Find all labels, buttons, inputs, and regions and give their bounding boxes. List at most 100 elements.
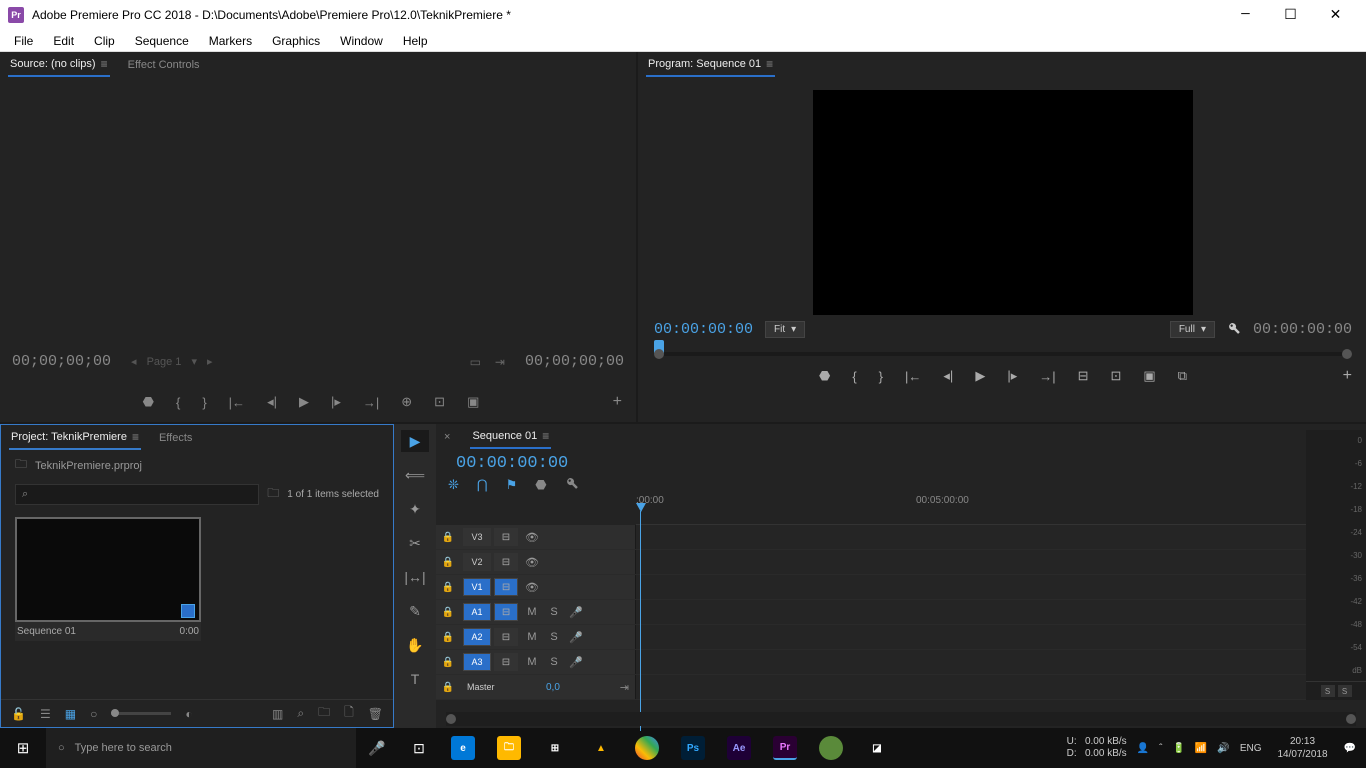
- resolution-select[interactable]: Full▾: [1170, 321, 1215, 338]
- timeline-zoom-scroll[interactable]: [446, 712, 1356, 726]
- page-prev-icon[interactable]: ◂: [131, 355, 137, 368]
- step-forward-icon[interactable]: |▸: [331, 394, 341, 410]
- start-button[interactable]: ⊞: [0, 728, 46, 768]
- add-marker-icon[interactable]: ⬣: [819, 368, 830, 384]
- panel-menu-icon[interactable]: ≡: [766, 57, 773, 71]
- maximize-button[interactable]: ☐: [1268, 1, 1313, 29]
- mute-icon[interactable]: M: [521, 631, 543, 643]
- wifi-icon[interactable]: 📶: [1195, 743, 1207, 754]
- overwrite-icon[interactable]: ▭: [470, 355, 481, 369]
- mute-icon[interactable]: M: [521, 606, 543, 618]
- track-label[interactable]: V1: [463, 578, 491, 596]
- overwrite-clip-icon[interactable]: ⊡: [434, 394, 445, 410]
- app-chrome[interactable]: [624, 728, 670, 768]
- new-bin-icon[interactable]: 🗀: [318, 703, 330, 724]
- taskbar-search[interactable]: ○Type here to search: [46, 728, 356, 768]
- minimize-button[interactable]: ─: [1223, 1, 1268, 29]
- network-monitor[interactable]: U: 0.00 kB/sD: 0.00 kB/s: [1067, 736, 1127, 760]
- selection-tool[interactable]: ▶: [401, 430, 429, 452]
- people-icon[interactable]: 👤: [1137, 743, 1149, 754]
- program-timecode-in[interactable]: 00:00:00:00: [654, 321, 753, 338]
- menu-edit[interactable]: Edit: [43, 32, 84, 50]
- tab-source[interactable]: Source: (no clips)≡: [8, 53, 110, 77]
- new-item-icon[interactable]: 🗋: [344, 703, 354, 724]
- page-dropdown-icon[interactable]: ▾: [191, 355, 197, 368]
- program-timecode-out[interactable]: 00:00:00:00: [1253, 321, 1352, 338]
- find-icon[interactable]: ⌕: [297, 706, 304, 721]
- mark-out-icon[interactable]: }: [879, 369, 883, 384]
- menu-file[interactable]: File: [4, 32, 43, 50]
- tab-project[interactable]: Project: TeknikPremiere≡: [9, 426, 141, 450]
- step-back-icon[interactable]: ◂|: [267, 394, 277, 410]
- source-timecode-out[interactable]: 00;00;00;00: [525, 353, 624, 370]
- solo-icon[interactable]: S: [543, 606, 565, 618]
- mark-in-icon[interactable]: {: [852, 369, 856, 384]
- slip-tool[interactable]: |↔|: [401, 566, 429, 588]
- track-master[interactable]: 🔒Master0,0⇥: [436, 675, 1366, 700]
- mark-out-icon[interactable]: }: [202, 395, 206, 410]
- export-frame-icon[interactable]: ▣: [467, 394, 479, 410]
- delete-icon[interactable]: 🗑: [368, 707, 383, 721]
- track-label[interactable]: V3: [463, 528, 491, 546]
- app-edge[interactable]: e: [440, 728, 486, 768]
- track-v2[interactable]: 🔒V2⊟👁: [436, 550, 1366, 575]
- thumbnail-size-slider[interactable]: [111, 712, 171, 715]
- sync-lock-icon[interactable]: ⊟: [494, 553, 518, 571]
- lock-icon[interactable]: 🔒: [436, 532, 460, 543]
- step-forward-icon[interactable]: |▸: [1007, 368, 1017, 384]
- panel-menu-icon[interactable]: ≡: [132, 430, 139, 444]
- app-warning[interactable]: ▲: [578, 728, 624, 768]
- go-to-in-icon[interactable]: |←: [229, 395, 245, 410]
- sort-icon[interactable]: ◐: [185, 707, 192, 721]
- mark-in-icon[interactable]: {: [176, 395, 180, 410]
- insert-clip-icon[interactable]: ⊕: [401, 394, 412, 410]
- master-level[interactable]: 0,0: [546, 682, 560, 693]
- lock-icon[interactable]: 🔒: [436, 582, 460, 593]
- type-tool[interactable]: T: [401, 668, 429, 690]
- track-a2[interactable]: 🔒A2⊟MS🎤: [436, 625, 1366, 650]
- track-label[interactable]: A1: [463, 603, 491, 621]
- close-tab-icon[interactable]: ×: [444, 431, 450, 443]
- source-timecode-in[interactable]: 00;00;00;00: [12, 353, 111, 370]
- add-marker-icon[interactable]: ⬣: [143, 394, 154, 410]
- close-button[interactable]: ✕: [1313, 1, 1358, 29]
- action-center-icon[interactable]: 💬: [1344, 743, 1356, 754]
- timeline-ruler[interactable]: :00:00 00:05:00:00 0: [636, 493, 1366, 525]
- zoom-select[interactable]: Fit▾: [765, 321, 805, 338]
- battery-icon[interactable]: 🔋: [1172, 743, 1184, 754]
- volume-icon[interactable]: 🔊: [1217, 743, 1229, 754]
- menu-clip[interactable]: Clip: [84, 32, 125, 50]
- collapse-icon[interactable]: ⇥: [620, 681, 629, 694]
- play-icon[interactable]: ▶: [975, 368, 985, 384]
- voice-icon[interactable]: 🎤: [565, 631, 587, 644]
- freeform-view-icon[interactable]: ○: [90, 707, 97, 721]
- solo-left[interactable]: S: [1321, 685, 1335, 697]
- app-explorer[interactable]: 🗀: [486, 728, 532, 768]
- lift-icon[interactable]: ⊟: [1078, 368, 1089, 384]
- voice-icon[interactable]: 🎤: [565, 656, 587, 669]
- comparison-view-icon[interactable]: ⧉: [1178, 368, 1187, 384]
- track-v3[interactable]: 🔒V3⊟👁: [436, 525, 1366, 550]
- system-clock[interactable]: 20:1314/07/2018: [1271, 735, 1333, 761]
- tab-effect-controls[interactable]: Effect Controls: [126, 55, 202, 75]
- icon-view-icon[interactable]: ▦: [65, 707, 76, 721]
- menu-window[interactable]: Window: [330, 32, 393, 50]
- settings-icon[interactable]: [565, 476, 579, 493]
- app-unknown[interactable]: ◪: [854, 728, 900, 768]
- panel-menu-icon[interactable]: ≡: [101, 57, 108, 71]
- sync-lock-icon[interactable]: ⊟: [494, 578, 518, 596]
- mute-icon[interactable]: M: [521, 656, 543, 668]
- automate-icon[interactable]: ▥: [272, 707, 283, 721]
- menu-graphics[interactable]: Graphics: [262, 32, 330, 50]
- solo-icon[interactable]: S: [543, 631, 565, 643]
- menu-help[interactable]: Help: [393, 32, 438, 50]
- ripple-edit-tool[interactable]: ✦: [401, 498, 429, 520]
- marker-add-icon[interactable]: ⬣: [535, 477, 546, 493]
- program-monitor[interactable]: [813, 90, 1193, 315]
- snap-icon[interactable]: ⋂: [477, 477, 488, 493]
- tab-sequence[interactable]: Sequence 01≡: [470, 425, 551, 449]
- solo-right[interactable]: S: [1338, 685, 1352, 697]
- voice-icon[interactable]: 🎤: [565, 606, 587, 619]
- track-label[interactable]: V2: [463, 553, 491, 571]
- app-corel[interactable]: [808, 728, 854, 768]
